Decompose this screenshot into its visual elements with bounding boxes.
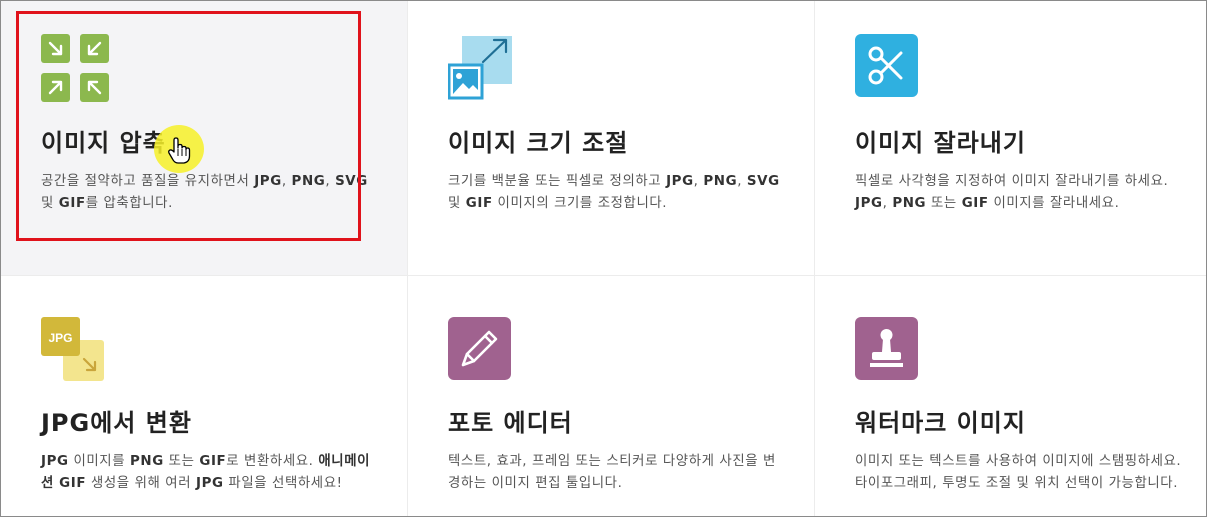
card-title: 워터마크 이미지 <box>855 409 1026 437</box>
card-title: 이미지 크기 조절 <box>448 129 629 157</box>
tool-card-watermark[interactable]: 워터마크 이미지 이미지 또는 텍스트를 사용하여 이미지에 스탬핑하세요. 타… <box>814 275 1206 516</box>
tool-card-convert-from-jpg[interactable]: JPG JPG에서 변환 JPG 이미지를 PNG 또는 GIF로 변환하세요.… <box>1 275 407 516</box>
jpg-label: JPG <box>48 331 72 345</box>
card-title: 이미지 잘라내기 <box>855 129 1026 157</box>
scissors-icon <box>855 34 919 98</box>
tool-card-photo-editor[interactable]: 포토 에디터 텍스트, 효과, 프레임 또는 스티커로 다양하게 사진을 변경하… <box>407 275 814 516</box>
card-description: 이미지 또는 텍스트를 사용하여 이미지에 스탬핑하세요. 타이포그래피, 투명… <box>855 454 1182 491</box>
jpg-convert-icon: JPG <box>41 317 105 381</box>
card-title: 포토 에디터 <box>448 409 573 437</box>
card-description: 텍스트, 효과, 프레임 또는 스티커로 다양하게 사진을 변경하는 이미지 편… <box>448 454 776 491</box>
card-description: 픽셀로 사각형을 지정하여 이미지 잘라내기를 하세요. JPG, PNG 또는… <box>855 174 1169 211</box>
pencil-icon <box>448 317 512 381</box>
tool-card-crop[interactable]: 이미지 잘라내기 픽셀로 사각형을 지정하여 이미지 잘라내기를 하세요. JP… <box>814 1 1206 275</box>
card-description: 크기를 백분율 또는 픽셀로 정의하고 JPG, PNG, SVG 및 GIF … <box>448 174 780 211</box>
hand-cursor-icon <box>167 137 191 165</box>
card-title: JPG에서 변환 <box>41 409 192 437</box>
card-description: JPG 이미지를 PNG 또는 GIF로 변환하세요. 애니메이션 GIF 생성… <box>41 454 371 491</box>
resize-image-icon <box>447 34 512 100</box>
stamp-icon <box>855 317 919 381</box>
tool-card-resize[interactable]: 이미지 크기 조절 크기를 백분율 또는 픽셀로 정의하고 JPG, PNG, … <box>407 1 814 275</box>
